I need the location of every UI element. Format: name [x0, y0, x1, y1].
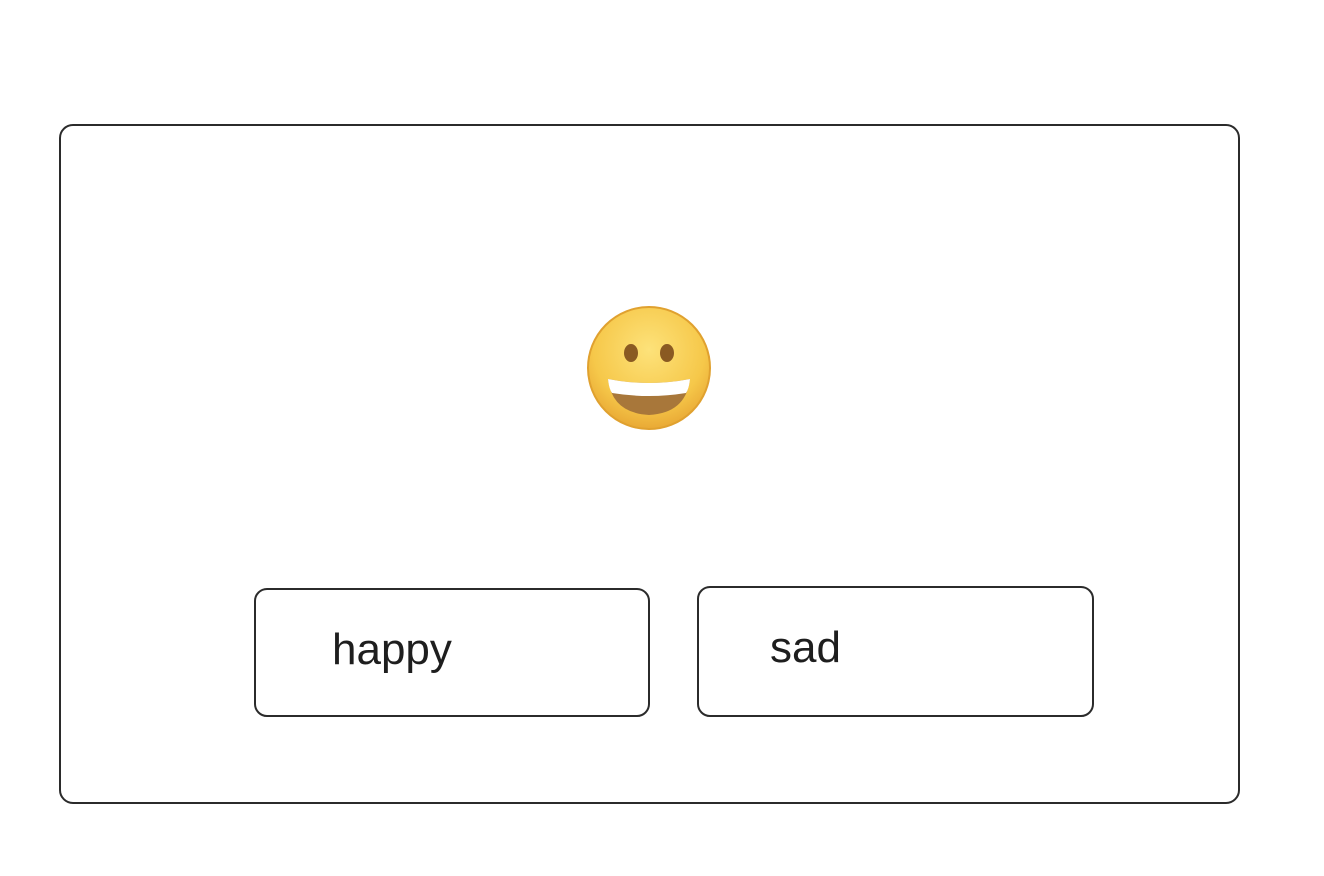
- choice-sad-button[interactable]: sad: [697, 586, 1094, 717]
- choice-sad-label: sad: [770, 623, 841, 672]
- choice-happy-button[interactable]: happy: [254, 588, 650, 717]
- grinning-face-icon: [587, 306, 711, 430]
- choice-happy-label: happy: [332, 625, 452, 674]
